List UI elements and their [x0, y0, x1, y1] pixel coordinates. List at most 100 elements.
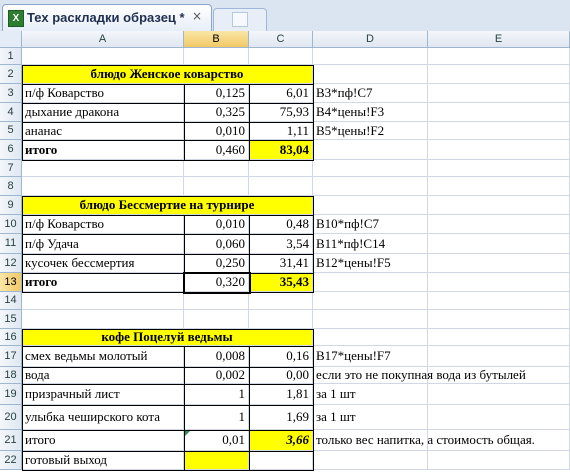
total-cost[interactable]: 3,66 [249, 430, 313, 451]
ingredient-qty[interactable]: 0,008 [184, 346, 249, 367]
row-header-12[interactable]: 12 [0, 254, 22, 273]
ingredient-qty[interactable]: 0,010 [184, 215, 249, 234]
output-label[interactable]: готовый выход [22, 451, 184, 470]
ingredient-formula-note[interactable]: B10*пф!C7 [313, 215, 428, 234]
ingredient-cost[interactable]: 1,69 [249, 405, 313, 430]
total-label[interactable]: итого [22, 140, 184, 160]
empty-cell[interactable] [428, 215, 570, 234]
ingredient-cost[interactable]: 0,48 [249, 215, 313, 234]
total-label[interactable]: итого [22, 273, 184, 292]
column-header-c[interactable]: C [249, 31, 313, 48]
empty-cell[interactable] [313, 329, 428, 346]
empty-cell[interactable] [428, 273, 570, 292]
ingredient-qty[interactable]: 0,060 [184, 234, 249, 254]
empty-cell[interactable] [428, 48, 570, 65]
output-cost[interactable] [249, 451, 313, 470]
empty-cell[interactable] [22, 310, 184, 329]
empty-cell[interactable] [22, 177, 184, 196]
total-qty[interactable]: 0,460 [184, 140, 249, 160]
empty-cell[interactable] [428, 405, 570, 430]
section-title[interactable]: блюдо Женское коварство [22, 65, 313, 84]
column-header-a[interactable]: A [22, 31, 184, 48]
empty-cell[interactable] [313, 160, 428, 177]
empty-cell[interactable] [313, 310, 428, 329]
close-icon[interactable]: × [192, 9, 202, 23]
empty-cell[interactable] [249, 177, 313, 196]
section-title[interactable]: кофе Поцелуй ведьмы [22, 329, 313, 346]
empty-cell[interactable] [22, 48, 184, 65]
empty-cell[interactable] [184, 48, 249, 65]
empty-cell[interactable] [428, 84, 570, 103]
ingredient-cost[interactable]: 75,93 [249, 103, 313, 122]
empty-cell[interactable] [428, 65, 570, 84]
total-qty[interactable]: 0,320 [184, 273, 249, 292]
empty-cell[interactable] [313, 292, 428, 310]
ingredient-name[interactable]: смех ведьмы молотый [22, 346, 184, 367]
empty-cell[interactable] [428, 310, 570, 329]
ingredient-qty[interactable]: 1 [184, 384, 249, 405]
row-header-22[interactable]: 22 [0, 451, 22, 470]
section-title[interactable]: блюдо Бессмертие на турнире [22, 196, 313, 215]
ingredient-qty[interactable]: 0,325 [184, 103, 249, 122]
row-header-1[interactable]: 1 [0, 48, 22, 65]
empty-cell[interactable] [313, 196, 428, 215]
ingredient-name[interactable]: призрачный лист [22, 384, 184, 405]
ingredient-name[interactable]: кусочек бессмертия [22, 254, 184, 273]
row-header-19[interactable]: 19 [0, 384, 22, 405]
ingredient-name[interactable]: п/ф Коварство [22, 215, 184, 234]
empty-cell[interactable] [428, 329, 570, 346]
empty-cell[interactable] [428, 196, 570, 215]
column-header-d[interactable]: D [313, 31, 428, 48]
ingredient-name[interactable]: п/ф Удача [22, 234, 184, 254]
total-label[interactable]: итого [22, 430, 184, 451]
row-header-17[interactable]: 17 [0, 346, 22, 367]
total-qty[interactable]: 0,01 [184, 430, 249, 451]
ingredient-name[interactable]: ананас [22, 122, 184, 140]
empty-cell[interactable] [313, 177, 428, 196]
row-header-8[interactable]: 8 [0, 177, 22, 196]
output-qty[interactable] [184, 451, 249, 470]
ingredient-formula-note[interactable]: B3*пф!C7 [313, 84, 428, 103]
row-header-14[interactable]: 14 [0, 292, 22, 310]
ingredient-name[interactable]: вода [22, 367, 184, 384]
ingredient-formula-note[interactable]: если это не покупная вода из бутылей [313, 367, 526, 384]
row-header-13[interactable]: 13 [0, 273, 22, 292]
empty-cell[interactable] [313, 451, 428, 470]
empty-cell[interactable] [184, 160, 249, 177]
ingredient-formula-note[interactable]: B5*цены!F2 [313, 122, 428, 140]
ingredient-name[interactable]: п/ф Коварство [22, 84, 184, 103]
empty-cell[interactable] [184, 292, 249, 310]
row-header-20[interactable]: 20 [0, 405, 22, 430]
column-header-b[interactable]: B [184, 31, 249, 48]
empty-cell[interactable] [313, 65, 428, 84]
empty-cell[interactable] [428, 122, 570, 140]
row-header-6[interactable]: 6 [0, 140, 22, 160]
row-header-16[interactable]: 16 [0, 329, 22, 346]
row-header-15[interactable]: 15 [0, 310, 22, 329]
empty-cell[interactable] [428, 254, 570, 273]
ingredient-qty[interactable]: 0,125 [184, 84, 249, 103]
row-header-11[interactable]: 11 [0, 234, 22, 254]
ingredient-name[interactable]: улыбка чеширского кота [22, 405, 184, 430]
empty-cell[interactable] [428, 103, 570, 122]
empty-cell[interactable] [428, 451, 570, 470]
ingredient-cost[interactable]: 6,01 [249, 84, 313, 103]
empty-cell[interactable] [428, 234, 570, 254]
workbook-tab[interactable]: X Тех раскладки образец * × [2, 4, 212, 31]
total-cost[interactable]: 35,43 [249, 273, 313, 292]
empty-cell[interactable] [184, 177, 249, 196]
empty-cell[interactable] [428, 384, 570, 405]
ingredient-cost[interactable]: 0,16 [249, 346, 313, 367]
ingredient-name[interactable]: дыхание дракона [22, 103, 184, 122]
empty-cell[interactable] [428, 177, 570, 196]
column-header-e[interactable]: E [428, 31, 570, 48]
row-header-4[interactable]: 4 [0, 103, 22, 122]
empty-cell[interactable] [428, 292, 570, 310]
ingredient-formula-note[interactable]: B11*пф!C14 [313, 234, 428, 254]
ingredient-cost[interactable]: 3,54 [249, 234, 313, 254]
empty-cell[interactable] [22, 292, 184, 310]
empty-cell[interactable] [428, 140, 570, 160]
row-header-21[interactable]: 21 [0, 430, 22, 451]
ingredient-qty[interactable]: 1 [184, 405, 249, 430]
empty-cell[interactable] [313, 273, 428, 292]
